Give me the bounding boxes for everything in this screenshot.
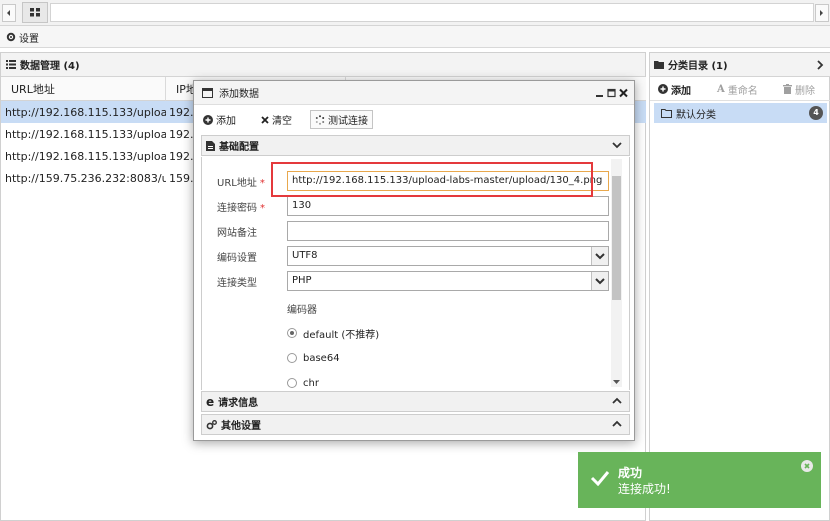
scroll-left-button[interactable] bbox=[2, 4, 16, 22]
test-connection-button[interactable]: 测试连接 bbox=[310, 110, 373, 129]
toast-title: 成功 bbox=[618, 466, 643, 480]
type-select[interactable]: PHP bbox=[287, 271, 609, 291]
close-button[interactable] bbox=[619, 88, 628, 98]
settings-button[interactable]: 设置 bbox=[6, 29, 39, 45]
category-add-button[interactable]: 添加 bbox=[658, 81, 691, 97]
main-toolbar: 设置 bbox=[0, 26, 830, 48]
caret-right-icon bbox=[820, 10, 823, 16]
close-icon bbox=[804, 463, 810, 469]
encoder-label: 编码器 bbox=[287, 305, 317, 316]
minimize-icon bbox=[596, 95, 603, 97]
password-label: 连接密码 * bbox=[217, 203, 265, 214]
encoder-option-base64[interactable]: base64 bbox=[287, 351, 340, 365]
encoding-label: 编码设置 bbox=[217, 253, 257, 264]
section-request-info[interactable]: e 请求信息 bbox=[201, 391, 630, 412]
category-item-default[interactable]: 默认分类 4 bbox=[654, 103, 827, 123]
chevron-down-icon bbox=[595, 278, 605, 285]
x-icon bbox=[261, 115, 269, 124]
home-tab[interactable] bbox=[22, 2, 48, 23]
category-panel-header: 分类目录 (1) bbox=[650, 53, 830, 77]
column-header-url[interactable]: URL地址 bbox=[1, 77, 166, 101]
radio-selected[interactable] bbox=[287, 328, 297, 338]
list-icon bbox=[6, 60, 16, 69]
success-toast: 成功 连接成功! bbox=[578, 452, 821, 508]
trash-icon bbox=[783, 84, 792, 94]
minimize-button[interactable] bbox=[595, 88, 604, 98]
chevron-up-icon bbox=[612, 420, 622, 427]
grid-icon bbox=[30, 8, 40, 17]
chevron-down-icon bbox=[612, 142, 622, 149]
dialog-title: 添加数据 bbox=[219, 89, 259, 100]
data-panel-title: 数据管理 (4) bbox=[20, 61, 80, 72]
category-delete-button[interactable]: 删除 bbox=[783, 81, 815, 97]
maximize-button[interactable] bbox=[607, 88, 616, 98]
category-panel: 分类目录 (1) 添加 A 重命名 删除 默认分类 4 bbox=[649, 52, 830, 521]
category-rename-button[interactable]: A 重命名 bbox=[717, 81, 758, 97]
plus-circle-icon bbox=[658, 84, 668, 94]
caret-left-icon bbox=[7, 10, 10, 16]
category-panel-title: 分类目录 (1) bbox=[668, 61, 728, 72]
add-data-dialog: 添加数据 添加 清空 测试连接 基础配置 URL地址 * http://192.1… bbox=[193, 80, 635, 441]
form-scrollbar-thumb[interactable] bbox=[612, 176, 621, 300]
dialog-titlebar[interactable]: 添加数据 bbox=[194, 81, 634, 105]
folder-open-icon bbox=[661, 108, 672, 118]
radio-unselected[interactable] bbox=[287, 353, 297, 363]
encoder-option-default[interactable]: default (不推荐) bbox=[287, 326, 379, 341]
radio-unselected[interactable] bbox=[287, 378, 297, 388]
plus-circle-icon bbox=[203, 114, 213, 125]
scroll-right-button[interactable] bbox=[815, 4, 829, 22]
category-item-label: 默认分类 bbox=[676, 109, 716, 121]
toast-close-button[interactable] bbox=[801, 460, 813, 472]
type-label: 连接类型 bbox=[217, 278, 257, 289]
folder-icon bbox=[654, 61, 664, 69]
url-label: URL地址 * bbox=[217, 178, 265, 189]
gear-icon bbox=[6, 32, 16, 42]
note-label: 网站备注 bbox=[217, 228, 257, 239]
settings-label: 设置 bbox=[19, 33, 39, 45]
top-tab-bar bbox=[0, 0, 830, 26]
section-other-settings[interactable]: 其他设置 bbox=[201, 414, 630, 435]
encoding-select[interactable]: UTF8 bbox=[287, 246, 609, 266]
check-icon bbox=[590, 471, 610, 486]
toast-message: 连接成功! bbox=[618, 482, 671, 496]
scroll-down-icon[interactable] bbox=[612, 379, 621, 385]
close-icon bbox=[619, 88, 628, 98]
category-toolbar: 添加 A 重命名 删除 bbox=[650, 77, 830, 101]
data-panel-header: 数据管理 (4) bbox=[1, 53, 645, 77]
window-icon bbox=[202, 87, 213, 98]
file-text-icon bbox=[206, 140, 215, 151]
font-icon: A bbox=[717, 83, 725, 95]
dialog-toolbar: 添加 清空 测试连接 bbox=[199, 109, 631, 131]
encoding-dropdown-button[interactable] bbox=[591, 247, 608, 265]
section-basic-config[interactable]: 基础配置 bbox=[201, 135, 630, 156]
chevron-right-icon[interactable] bbox=[817, 60, 824, 70]
gears-icon bbox=[206, 419, 217, 429]
type-dropdown-button[interactable] bbox=[591, 272, 608, 290]
password-input[interactable]: 130 bbox=[287, 196, 609, 216]
chevron-down-icon bbox=[595, 253, 605, 260]
ie-icon: e bbox=[206, 394, 215, 409]
tab-strip bbox=[50, 3, 814, 22]
chevron-up-icon bbox=[612, 397, 622, 404]
category-count-badge: 4 bbox=[809, 106, 823, 120]
maximize-icon bbox=[607, 88, 616, 98]
encoder-option-chr[interactable]: chr bbox=[287, 376, 319, 390]
spinner-icon bbox=[315, 114, 325, 125]
dialog-clear-button[interactable]: 清空 bbox=[257, 110, 296, 129]
note-input[interactable] bbox=[287, 221, 609, 241]
url-highlight-box bbox=[271, 162, 593, 197]
dialog-add-button[interactable]: 添加 bbox=[199, 110, 240, 129]
